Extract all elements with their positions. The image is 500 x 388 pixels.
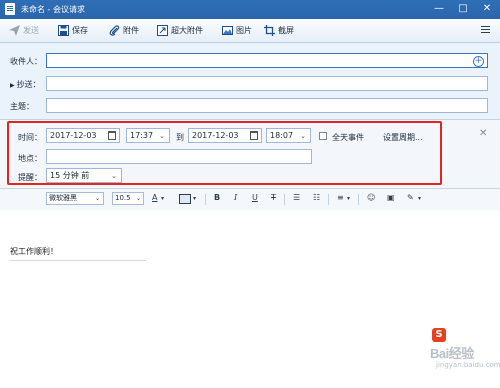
close-icon[interactable]: ✕ [480, 2, 494, 16]
document-icon [5, 3, 15, 15]
highlight-box [7, 121, 442, 185]
to-label: 收件人： [10, 57, 42, 66]
toolbar: 发送 保存 附件 超大附件 图片 截屏 [0, 19, 500, 43]
chevron-down-icon[interactable]: ▾ [418, 195, 421, 202]
chevron-down-icon: ⌄ [135, 195, 141, 202]
to-input[interactable]: + [46, 53, 488, 68]
chevron-down-icon[interactable]: ▾ [161, 195, 164, 202]
paperclip-icon [109, 25, 120, 36]
watermark-brand: Bai经验 [430, 346, 474, 361]
font-family-select[interactable]: 微软雅黑 ⌄ [46, 192, 104, 205]
bullet-list-icon[interactable]: ☰ [293, 193, 300, 202]
screenshot-button[interactable]: 截屏 [264, 23, 294, 38]
chevron-down-icon[interactable]: ▾ [347, 195, 350, 202]
chevron-down-icon: ⌄ [94, 195, 100, 202]
add-recipient-icon[interactable]: + [473, 56, 484, 67]
send-button[interactable]: 发送 [9, 23, 39, 38]
send-icon [9, 25, 20, 36]
message-body[interactable]: 祝工作顺利！ [0, 210, 500, 388]
minimize-icon[interactable]: — [432, 2, 446, 16]
numbered-list-icon[interactable]: ☷ [313, 193, 320, 202]
subject-label: 主题： [10, 102, 34, 111]
chevron-down-icon[interactable]: ▾ [193, 195, 196, 202]
italic-icon[interactable]: I [234, 193, 237, 202]
subject-input[interactable] [46, 98, 488, 113]
insert-image-icon[interactable]: ▣ [387, 193, 395, 202]
cc-input[interactable] [46, 76, 488, 91]
emoji-icon[interactable]: ☺ [367, 193, 375, 202]
separator [284, 194, 285, 205]
window-title: 未命名 - 会议请求 [21, 5, 85, 14]
menu-icon[interactable] [481, 26, 490, 35]
font-color-icon[interactable]: A [152, 193, 157, 202]
screenshot-icon [264, 25, 275, 36]
message-header: 收件人： + ▶ 抄送： 主题： [0, 43, 500, 118]
large-attach-button[interactable]: 超大附件 [157, 23, 203, 38]
close-meeting-panel-icon[interactable]: ✕ [479, 128, 487, 139]
separator [205, 194, 206, 205]
save-button[interactable]: 保存 [58, 23, 88, 38]
large-attachment-icon [157, 25, 168, 36]
align-icon[interactable]: ≡ [337, 193, 344, 202]
to-row: 收件人： + [0, 52, 500, 70]
watermark-logo-icon: S [432, 328, 446, 342]
font-size-select[interactable]: 10.5 ⌄ [112, 192, 144, 205]
body-text[interactable]: 祝工作顺利！ [10, 246, 58, 257]
cc-label[interactable]: ▶ 抄送： [10, 79, 41, 90]
cc-row: ▶ 抄送： [0, 75, 500, 93]
attach-button[interactable]: 附件 [109, 23, 139, 38]
separator [328, 194, 329, 205]
format-toolbar: 微软雅黑 ⌄ 10.5 ⌄ A ▾ ▾ B I U T ☰ ☷ ≡ ▾ ☺ ▣ ✎ … [0, 188, 500, 211]
separator [358, 194, 359, 205]
watermark-url: jingyan.baidu.com [436, 361, 500, 369]
subject-row: 主题： [0, 97, 500, 115]
strikethrough-icon[interactable]: T [271, 193, 276, 202]
title-bar: 未命名 - 会议请求 — □ ✕ [0, 0, 500, 19]
window-controls: — □ ✕ [432, 2, 494, 16]
image-icon [222, 26, 233, 35]
maximize-icon[interactable]: □ [456, 2, 470, 16]
signature-divider [9, 260, 146, 261]
image-button[interactable]: 图片 [222, 23, 252, 38]
meeting-request-window: 未命名 - 会议请求 — □ ✕ 发送 保存 附件 超大附件 图片 截屏 收件人… [0, 0, 500, 388]
underline-icon[interactable]: U [252, 193, 258, 202]
save-icon [58, 25, 69, 36]
format-painter-icon[interactable]: ✎ [407, 193, 414, 202]
bold-icon[interactable]: B [214, 193, 220, 202]
background-color-icon[interactable] [179, 194, 191, 204]
